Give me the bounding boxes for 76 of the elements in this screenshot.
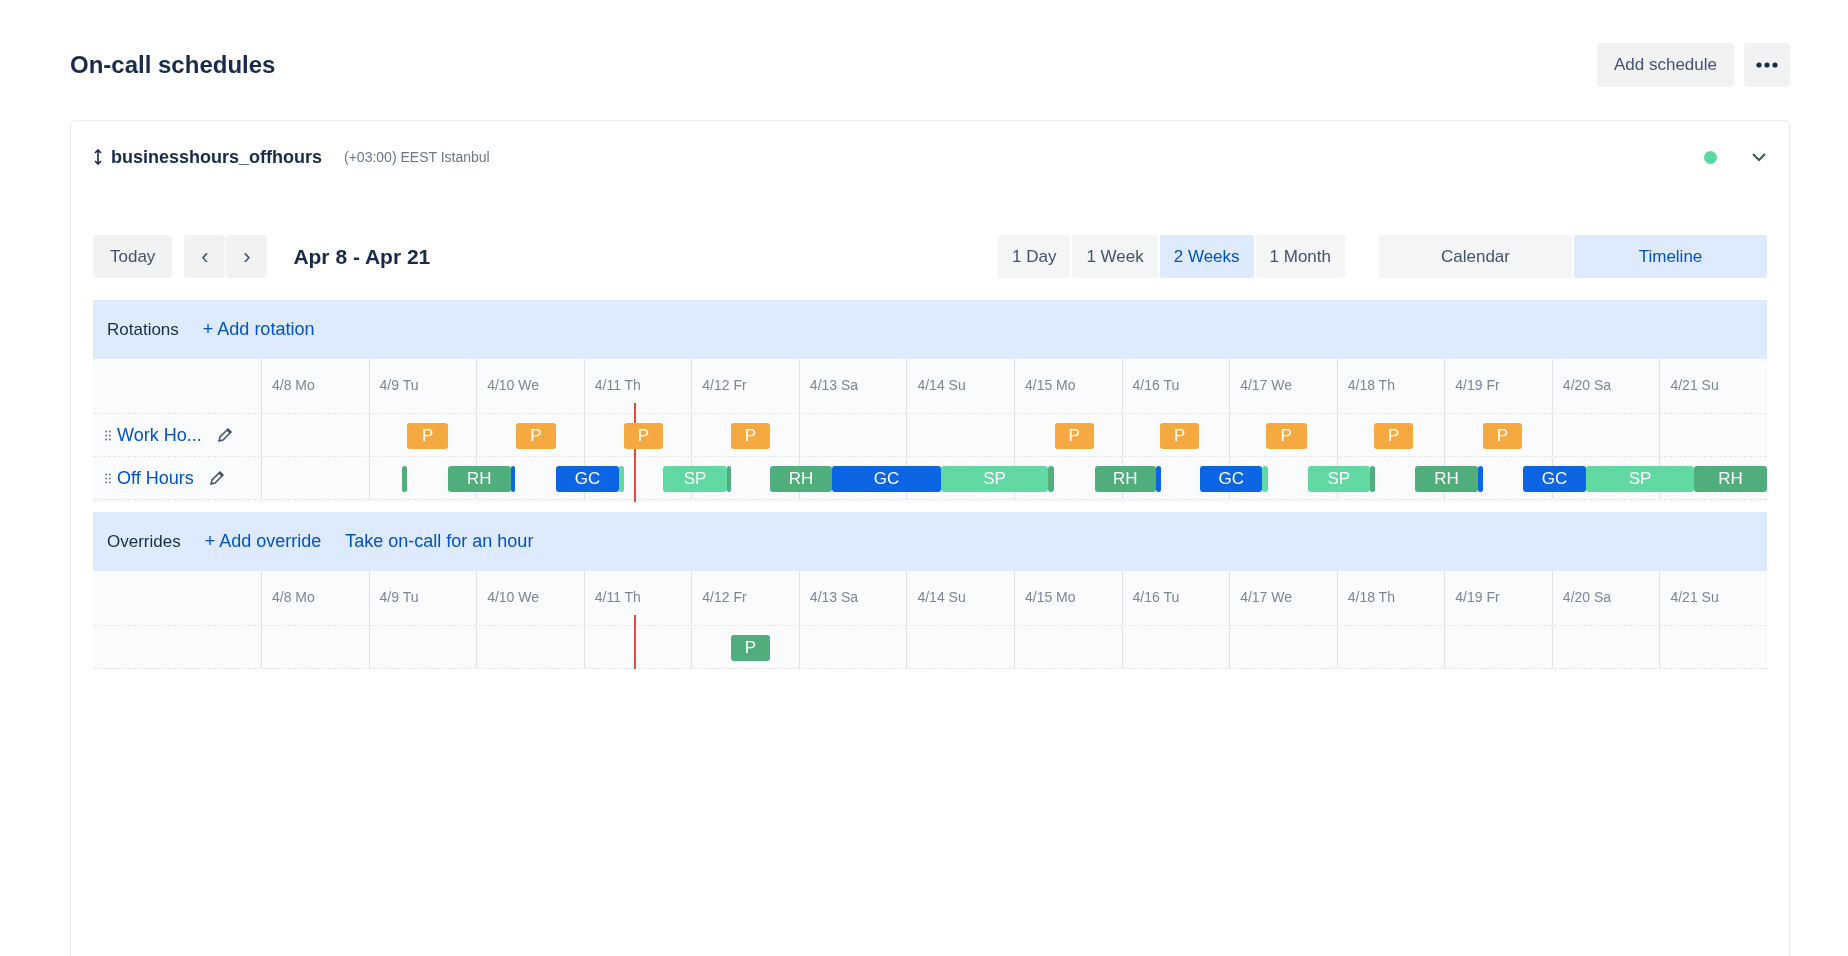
day-header: 4/19 Fr xyxy=(1444,571,1552,625)
timezone-label: (+03:00) EEST Istanbul xyxy=(344,149,490,165)
drag-handle-icon[interactable] xyxy=(105,429,111,441)
action-link[interactable]: + Add override xyxy=(204,531,322,552)
date-range: Apr 8 - Apr 21 xyxy=(293,244,431,269)
day-header: 4/9 Tu xyxy=(368,359,477,413)
page-title: On-call schedules xyxy=(70,51,276,79)
sort-icon[interactable] xyxy=(93,149,103,165)
today-button[interactable]: Today xyxy=(93,235,173,278)
shift-marker[interactable] xyxy=(619,466,624,492)
day-header: 4/20 Sa xyxy=(1551,359,1660,413)
day-header: 4/16 Tu xyxy=(1121,359,1230,413)
day-header: 4/15 Mo xyxy=(1014,571,1122,625)
day-header: 4/16 Tu xyxy=(1121,571,1230,625)
shift-block[interactable]: GC xyxy=(832,466,941,492)
shift-marker[interactable] xyxy=(510,466,515,492)
chevron-down-icon[interactable] xyxy=(1751,152,1767,162)
shift-marker[interactable] xyxy=(1262,466,1268,492)
day-header: 4/12 Fr xyxy=(691,571,799,625)
more-button[interactable] xyxy=(1744,43,1790,87)
shift-marker[interactable] xyxy=(1048,466,1054,492)
day-header: 4/8 Mo xyxy=(261,571,369,625)
day-header: 4/14 Su xyxy=(906,571,1014,625)
rotation-name-link[interactable]: Work Ho... xyxy=(117,424,202,446)
shift-block[interactable]: RH xyxy=(1693,466,1767,492)
previous-button[interactable]: ‹ xyxy=(184,235,226,278)
day-header: 4/9 Tu xyxy=(368,571,477,625)
shift-marker[interactable] xyxy=(1477,466,1483,492)
day-header: 4/13 Sa xyxy=(798,571,907,625)
shift-block[interactable]: GC xyxy=(1522,466,1587,492)
range-tab[interactable]: 2 Weeks xyxy=(1159,235,1254,278)
pencil-icon[interactable] xyxy=(215,426,233,444)
range-tab[interactable]: 1 Week xyxy=(1072,235,1158,278)
day-header: 4/18 Th xyxy=(1336,571,1445,625)
day-header: 4/10 We xyxy=(476,571,584,625)
day-header: 4/21 Su xyxy=(1659,571,1767,625)
view-tab[interactable]: Timeline xyxy=(1574,235,1767,278)
add-schedule-button[interactable]: Add schedule xyxy=(1596,43,1734,87)
more-icon xyxy=(1756,62,1778,68)
rotation-name-link[interactable]: Off Hours xyxy=(117,467,194,489)
day-header: 4/17 We xyxy=(1229,571,1337,625)
section-title: Rotations xyxy=(107,319,179,340)
day-header: 4/14 Su xyxy=(906,359,1014,413)
status-dot xyxy=(1704,150,1717,164)
day-header: 4/17 We xyxy=(1229,359,1337,413)
shift-block[interactable]: P xyxy=(731,635,770,661)
shift-block[interactable]: RH xyxy=(769,466,833,492)
shift-marker[interactable] xyxy=(401,466,408,492)
shift-block[interactable]: RH xyxy=(448,466,511,492)
day-header: 4/21 Su xyxy=(1659,359,1767,413)
view-tab[interactable]: Calendar xyxy=(1379,235,1572,278)
day-header: 4/19 Fr xyxy=(1444,359,1552,413)
day-header: 4/8 Mo xyxy=(261,359,369,413)
shift-block[interactable]: RH xyxy=(1094,466,1156,492)
action-link[interactable]: Take on-call for an hour xyxy=(345,531,534,552)
range-tab[interactable]: 1 Day xyxy=(998,235,1071,278)
next-button[interactable]: › xyxy=(226,235,268,278)
section-title: Overrides xyxy=(107,531,181,552)
day-header: 4/18 Th xyxy=(1336,359,1445,413)
day-header: 4/12 Fr xyxy=(691,359,799,413)
action-link[interactable]: + Add rotation xyxy=(202,319,315,340)
shift-block[interactable]: GC xyxy=(1200,466,1263,492)
shift-block[interactable]: GC xyxy=(555,466,620,492)
drag-handle-icon[interactable] xyxy=(105,472,111,484)
current-time-line xyxy=(634,615,637,669)
shift-marker[interactable] xyxy=(1370,466,1376,492)
range-tab[interactable]: 1 Month xyxy=(1255,235,1345,278)
pencil-icon[interactable] xyxy=(207,469,225,487)
schedule-name: businesshours_offhours xyxy=(111,146,323,168)
shift-marker[interactable] xyxy=(1156,466,1162,492)
day-header: 4/20 Sa xyxy=(1551,571,1660,625)
day-header: 4/10 We xyxy=(476,359,584,413)
shift-marker[interactable] xyxy=(726,466,732,492)
shift-block[interactable]: RH xyxy=(1415,466,1478,492)
day-header: 4/13 Sa xyxy=(798,359,907,413)
day-header: 4/15 Mo xyxy=(1014,359,1122,413)
